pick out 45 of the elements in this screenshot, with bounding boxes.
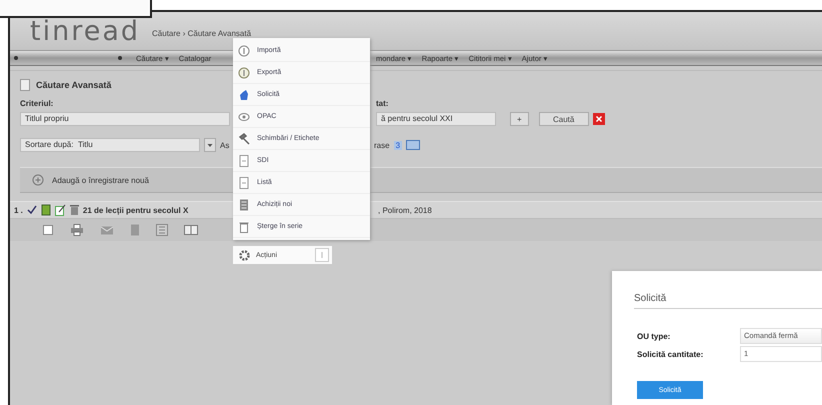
trash-icon [238, 220, 250, 232]
add-button[interactable]: + [510, 112, 529, 126]
list-icon [238, 198, 250, 210]
field-label: OU type: [637, 332, 672, 340]
search-button[interactable]: Caută [538, 112, 589, 126]
result-label: tat: [376, 98, 388, 108]
view-icon[interactable] [406, 140, 420, 150]
section-title: Căutare Avansată [36, 80, 112, 90]
result-number: 1 . [14, 206, 23, 214]
hand-icon [238, 88, 250, 100]
info-circle-icon [238, 66, 250, 78]
page-icon [20, 79, 30, 91]
edit-icon[interactable] [54, 204, 66, 216]
criteria-label: Criteriul: [20, 98, 54, 108]
field-label: Solicită cantitate: [637, 350, 704, 358]
add-record-link[interactable]: Adaugă o înregistrare nouă [52, 176, 149, 184]
dialog-title: Solicită [634, 293, 822, 309]
sort-dropdown[interactable]: Sortare după: Titlu [20, 138, 200, 152]
columns-icon[interactable] [184, 224, 198, 236]
criteria-dropdown[interactable]: Titlul propriu [20, 112, 230, 126]
trash-icon[interactable] [70, 204, 79, 216]
bullet-icon [118, 56, 122, 60]
search-field[interactable]: ă pentru secolul XXI [376, 112, 496, 126]
gear-icon [239, 250, 250, 260]
bullet-icon [14, 56, 18, 60]
records-count[interactable]: 3 [394, 140, 402, 150]
printer-icon[interactable] [70, 224, 84, 236]
breadcrumb: Căutare › Căutare Avansată [152, 28, 252, 38]
logo: tinread [30, 16, 140, 46]
plus-circle-icon[interactable] [32, 174, 44, 186]
document-icon [238, 176, 250, 188]
result-title[interactable]: 21 de lecții pentru secolul X [82, 206, 206, 214]
book-icon [40, 204, 51, 216]
result-checkbox[interactable] [26, 205, 37, 215]
records-label: rase [374, 140, 390, 150]
eye-icon [238, 110, 250, 122]
checkbox-icon[interactable] [42, 224, 54, 236]
close-icon[interactable] [592, 113, 605, 125]
envelope-icon[interactable] [100, 224, 114, 236]
list-icon[interactable] [156, 224, 168, 236]
result-publisher: , Polirom, 2018 [378, 206, 432, 214]
document-icon [238, 154, 250, 166]
sort-order[interactable]: As [220, 140, 232, 150]
hammer-icon [238, 132, 250, 144]
info-circle-icon [238, 44, 250, 56]
